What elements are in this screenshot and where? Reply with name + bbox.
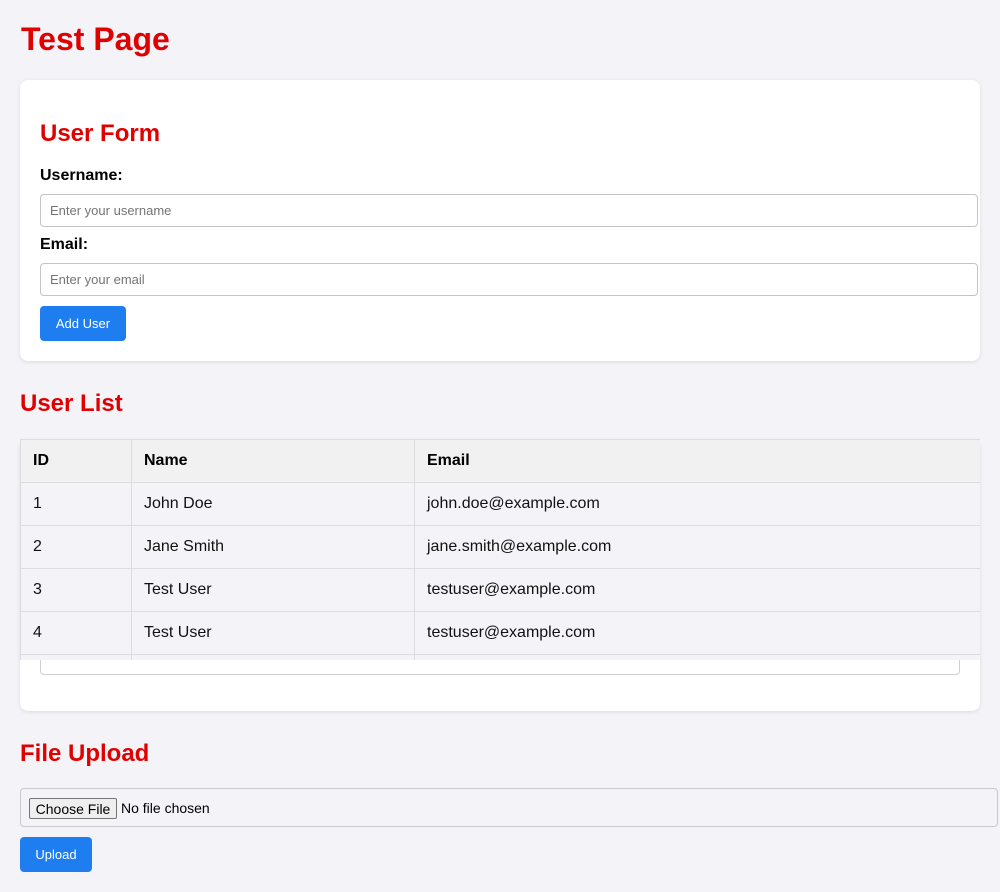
user-form-title: User Form xyxy=(40,120,161,147)
cell-id: 4 xyxy=(20,611,132,655)
cell-id: 1 xyxy=(20,482,132,526)
cell-name: John Doe xyxy=(131,482,415,526)
column-header-email: Email xyxy=(414,439,980,483)
cell-name: Test User xyxy=(131,611,415,655)
file-input[interactable]: Choose File No file chosen xyxy=(20,788,998,827)
username-input[interactable] xyxy=(40,194,978,227)
table-header-row: ID Name Email xyxy=(20,439,980,483)
email-input[interactable] xyxy=(40,263,978,296)
cell-email xyxy=(414,654,980,660)
cell-id xyxy=(20,654,132,660)
cell-name xyxy=(131,654,415,660)
cell-name: Jane Smith xyxy=(131,525,415,569)
table-row: 4 Test User testuser@example.com xyxy=(20,611,980,655)
cell-email: testuser@example.com xyxy=(414,611,980,655)
table-row: 1 John Doe john.doe@example.com xyxy=(20,482,980,526)
email-label: Email: xyxy=(40,236,89,253)
file-status-text: No file chosen xyxy=(121,800,210,816)
cell-id: 3 xyxy=(20,568,132,612)
table-row xyxy=(20,654,980,660)
user-table-container: ID Name Email 1 John Doe john.doe@exampl… xyxy=(20,439,980,660)
choose-file-button[interactable]: Choose File xyxy=(29,798,117,819)
page-title: Test Page xyxy=(21,21,170,57)
column-header-name: Name xyxy=(131,439,415,483)
table-row: 2 Jane Smith jane.smith@example.com xyxy=(20,525,980,569)
user-list-title: User List xyxy=(20,390,123,417)
table-row: 3 Test User testuser@example.com xyxy=(20,568,980,612)
cell-email: testuser@example.com xyxy=(414,568,980,612)
add-user-button[interactable]: Add User xyxy=(40,306,126,341)
cell-id: 2 xyxy=(20,525,132,569)
cell-email: jane.smith@example.com xyxy=(414,525,980,569)
username-label: Username: xyxy=(40,167,123,184)
user-table: ID Name Email 1 John Doe john.doe@exampl… xyxy=(20,439,980,660)
upload-button[interactable]: Upload xyxy=(20,837,92,872)
cell-email: john.doe@example.com xyxy=(414,482,980,526)
file-upload-title: File Upload xyxy=(20,740,150,767)
user-form-card: User Form Username: Email: Add User xyxy=(20,80,980,361)
column-header-id: ID xyxy=(20,439,132,483)
cell-name: Test User xyxy=(131,568,415,612)
